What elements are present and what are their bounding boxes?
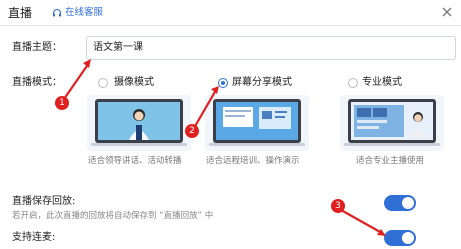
mode-screen-radio[interactable] (218, 78, 228, 88)
topic-input[interactable]: 语文第一课 (86, 36, 456, 60)
save-replay-desc: 若开启，此次直播的回放将自动保存到 “直播回放” 中 (12, 211, 214, 221)
radio-unchecked[interactable] (98, 78, 108, 88)
close-icon[interactable] (440, 5, 454, 19)
toggle-knob (402, 232, 414, 244)
mode-screen-thumbnail[interactable] (205, 95, 309, 151)
pro-mode-illustration (340, 95, 444, 151)
topic-label: 直播主题： (12, 42, 62, 53)
mode-camera-label[interactable]: 摄像模式 (114, 76, 154, 90)
mode-label: 直播模式： (12, 77, 62, 88)
callout-badge-1: 1 (55, 96, 69, 110)
link-mic-title: 支持连麦: (12, 232, 56, 243)
headset-icon (52, 8, 62, 17)
mode-pro-label[interactable]: 专业模式 (362, 76, 402, 90)
online-support-link[interactable]: 在线客服 (52, 6, 103, 20)
arrow-1 (63, 62, 90, 100)
arrow-1-head (83, 59, 91, 68)
callout-badge-3: 3 (331, 199, 345, 213)
mode-camera-thumbnail[interactable] (87, 95, 191, 151)
mode-screen-desc: 适合远程培训、操作演示 (206, 156, 300, 166)
screen-share-illustration (205, 95, 309, 151)
link-mic-toggle[interactable] (384, 230, 416, 246)
mode-pro-radio[interactable] (348, 78, 358, 88)
mode-pro-desc: 适合专业主播使用 (356, 156, 425, 166)
save-replay-toggle[interactable] (384, 195, 416, 211)
mode-camera-radio[interactable] (98, 78, 108, 88)
callout-badge-2: 2 (185, 124, 199, 138)
online-support-label[interactable]: 在线客服 (65, 6, 103, 20)
mode-camera-desc: 适合领导讲话、活动转播 (88, 156, 182, 166)
save-replay-title: 直播保存回放: (12, 196, 76, 207)
camera-illustration (87, 95, 191, 151)
mode-screen-label[interactable]: 屏幕分享模式 (232, 76, 292, 90)
radio-checked[interactable] (218, 78, 228, 88)
window-title: 直播 (8, 6, 33, 20)
toggle-knob (402, 197, 414, 209)
arrow-3 (340, 209, 383, 234)
mode-pro-thumbnail[interactable] (340, 95, 444, 151)
radio-unchecked[interactable] (348, 78, 358, 88)
